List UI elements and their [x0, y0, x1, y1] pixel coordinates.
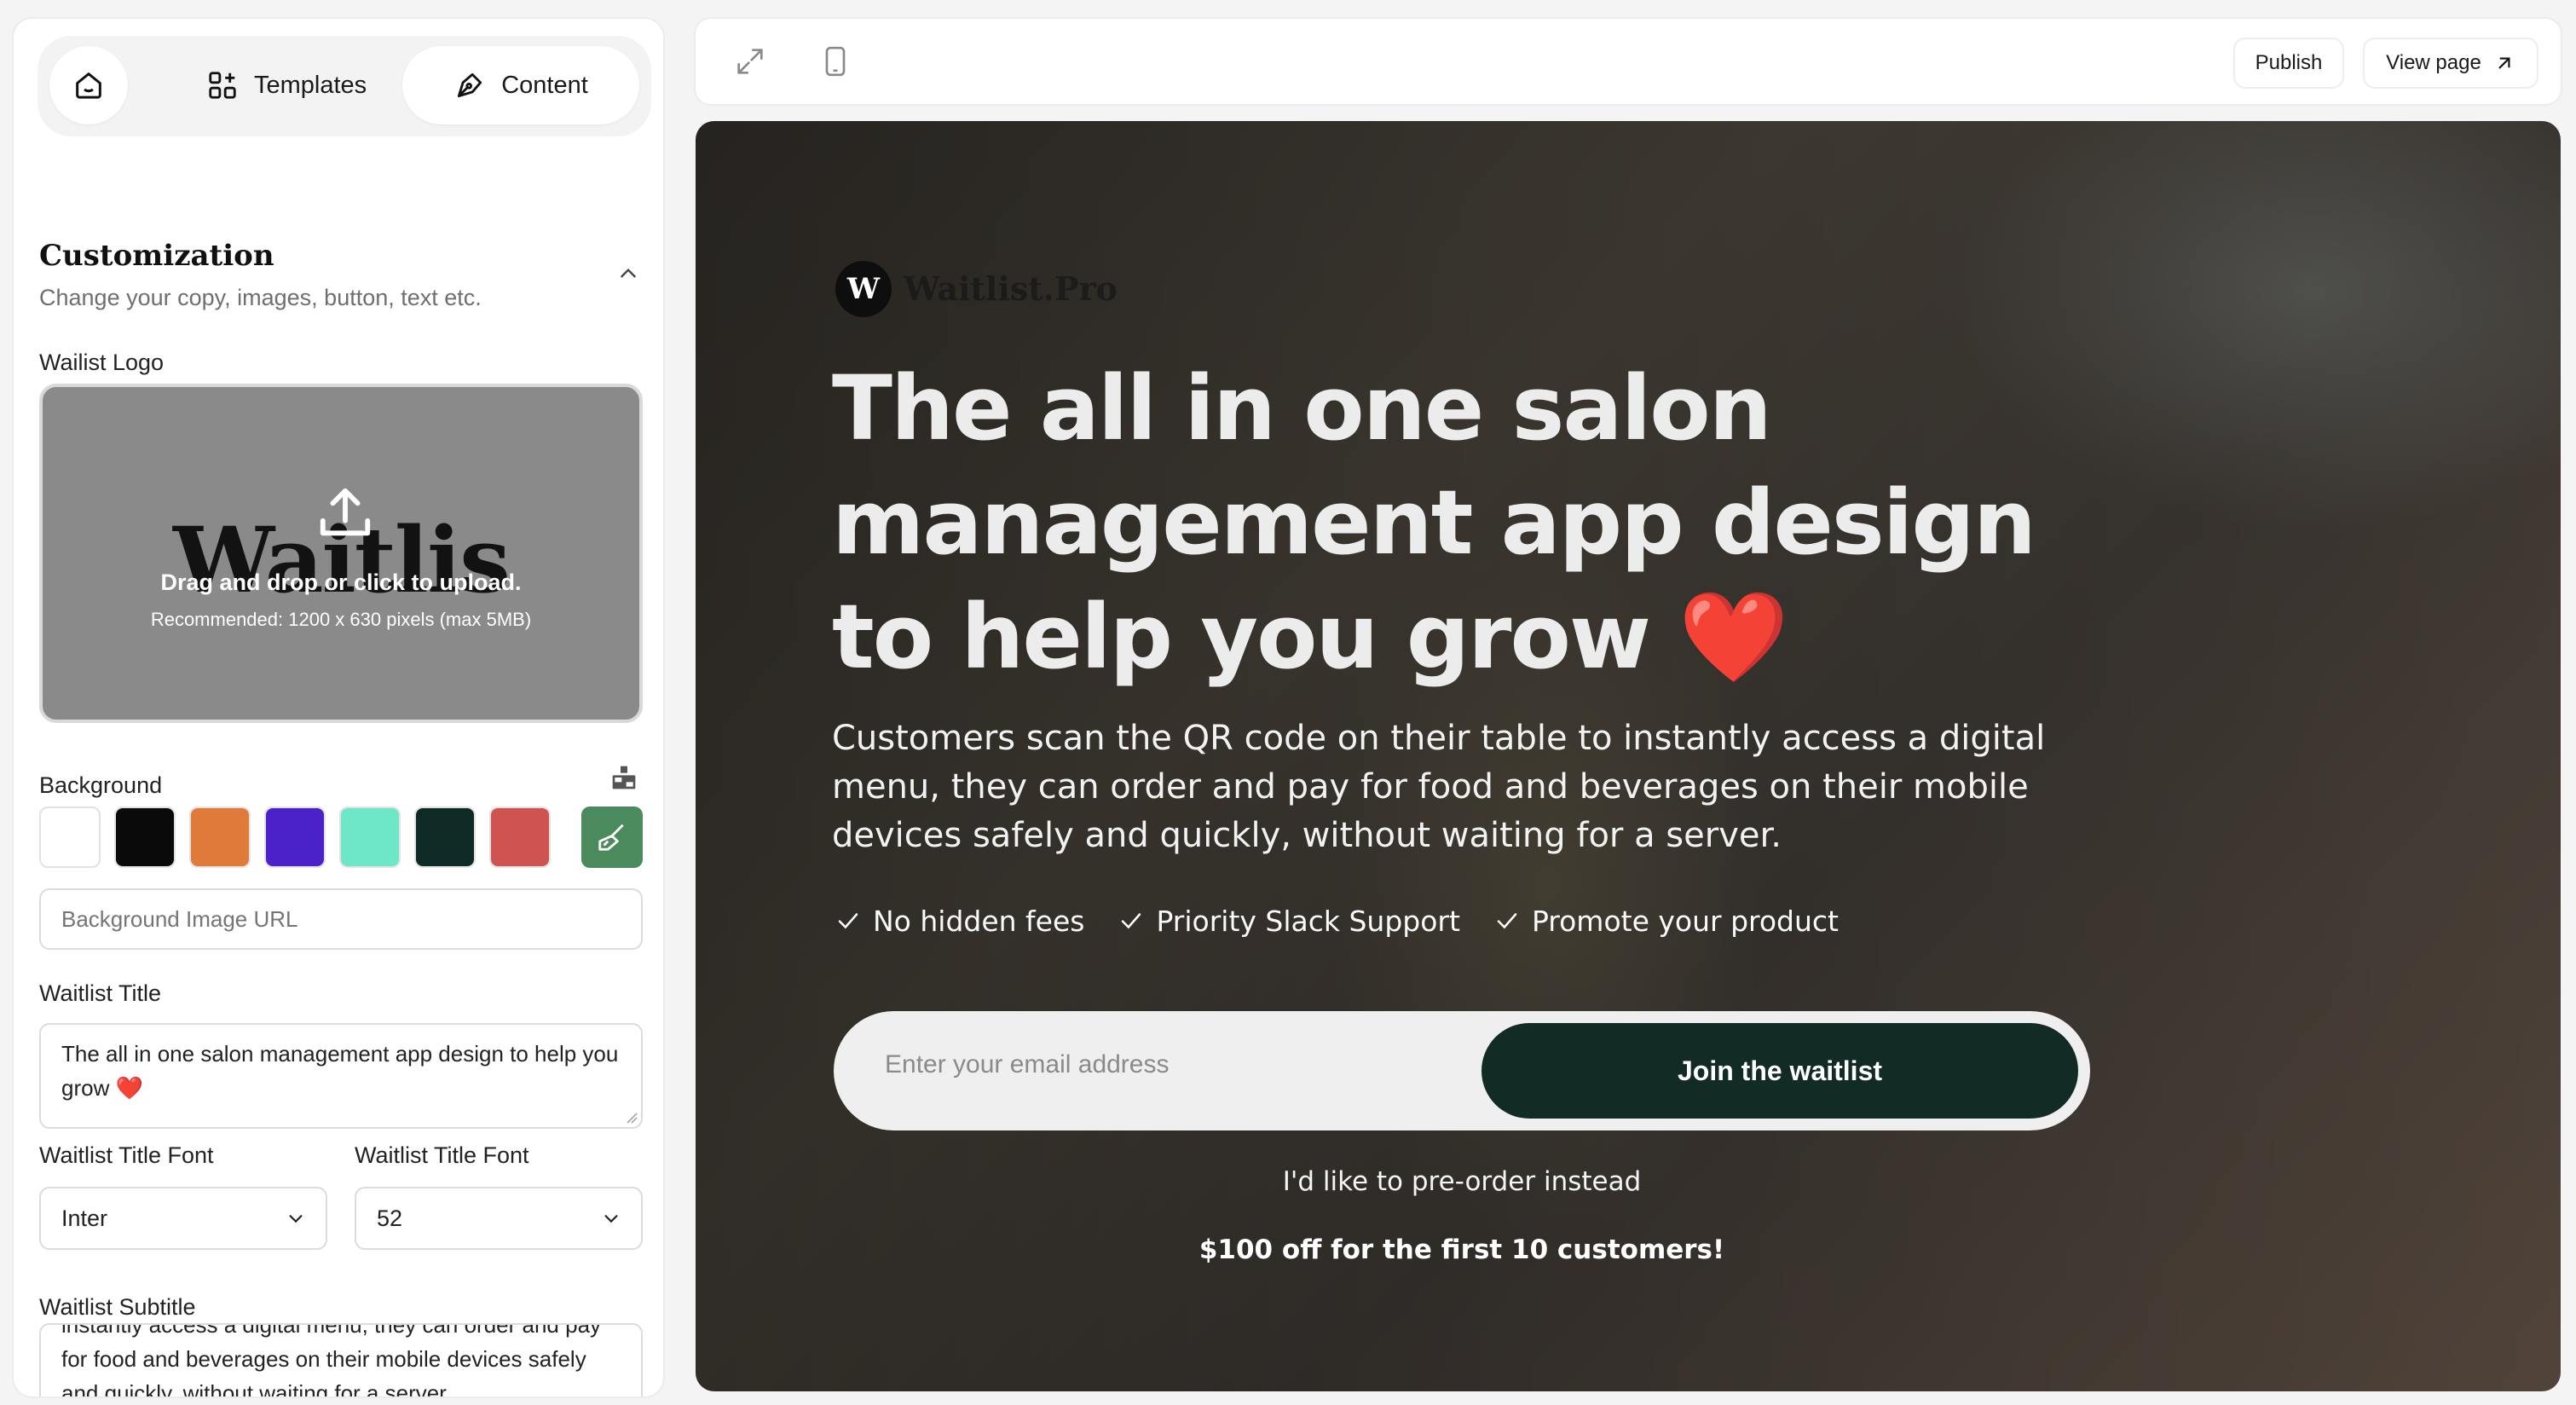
swatch-black[interactable] [114, 807, 176, 868]
swatch-red[interactable] [489, 807, 551, 868]
pen-tool-icon [458, 72, 482, 98]
swatch-purple[interactable] [264, 807, 326, 868]
editor-sidebar: Templates Content Customization Change y… [12, 17, 665, 1398]
resize-grip-icon[interactable] [624, 1110, 638, 1124]
title-font-select[interactable]: Inter [39, 1187, 327, 1250]
swatch-mint[interactable] [339, 807, 401, 868]
image-placeholder-icon[interactable] [610, 764, 638, 791]
title-size-select[interactable]: 52 [355, 1187, 643, 1250]
join-waitlist-button[interactable]: Join the waitlist [1481, 1023, 2078, 1119]
tab-templates[interactable]: Templates [182, 46, 390, 124]
check-icon [1497, 913, 1517, 929]
chevron-up-icon[interactable] [617, 263, 639, 285]
feature-list: No hidden fees Priority Slack Support Pr… [835, 895, 1839, 946]
logo-field-label: Wailist Logo [39, 350, 165, 375]
upload-instruction: Drag and drop or click to upload. [160, 570, 522, 595]
title-size-label: Waitlist Title Font [355, 1142, 529, 1168]
publish-label: Publish [2255, 51, 2323, 74]
feature-item: No hidden fees [835, 905, 1084, 938]
preorder-link[interactable]: I'd like to pre-order instead [834, 1166, 2090, 1197]
home-button[interactable] [49, 46, 128, 124]
brand-name: Waitlist.Pro [904, 269, 1118, 308]
waitlist-title-textarea[interactable]: The all in one salon management app desi… [39, 1023, 643, 1129]
view-page-button[interactable]: View page [2363, 38, 2538, 89]
hero-title: The all in one salon management app desi… [832, 351, 2042, 694]
mobile-device-icon[interactable] [818, 44, 852, 78]
custom-color-picker[interactable] [581, 807, 643, 868]
email-input[interactable]: Enter your email address [885, 1050, 1170, 1079]
customization-title: Customization [39, 239, 274, 273]
check-icon [1122, 913, 1141, 929]
arrow-up-right-icon [2498, 57, 2510, 69]
waitlist-subtitle-textarea[interactable]: instantly access a digital menu, they ca… [39, 1323, 643, 1398]
tab-templates-label: Templates [254, 71, 367, 99]
waitlist-subtitle-value: instantly access a digital menu, they ca… [61, 1323, 602, 1398]
brand-logo-badge: W [835, 261, 892, 317]
title-font-value: Inter [61, 1205, 108, 1231]
logo-upload-dropzone[interactable]: Waitlis Drag and drop or click to upload… [39, 384, 643, 723]
heart-emoji: ❤️ [1678, 585, 1788, 689]
title-size-value: 52 [377, 1205, 403, 1231]
feature-item: Priority Slack Support [1118, 904, 1460, 938]
title-font-label: Waitlist Title Font [39, 1142, 214, 1168]
feature-label: Priority Slack Support [1156, 904, 1460, 938]
promo-text: $100 off for the first 10 customers! [1198, 1234, 1725, 1265]
tab-content[interactable]: Content [402, 46, 639, 124]
hero-subtitle: Customers scan the QR code on their tabl… [832, 719, 2046, 855]
email-signup-form: Enter your email address Join the waitli… [834, 1011, 2090, 1130]
background-image-url-input[interactable] [39, 888, 643, 950]
feature-item: Promote your product [1494, 905, 1839, 938]
waitlist-preview: W Waitlist.Pro The all in one salon mana… [696, 121, 2561, 1391]
feature-label: Promote your product [1531, 904, 1839, 938]
feature-label: No hidden fees [873, 904, 1085, 938]
publish-button[interactable]: Publish [2233, 38, 2344, 89]
view-page-label: View page [2386, 51, 2481, 74]
swatch-dark-green[interactable] [414, 807, 476, 868]
check-icon [838, 913, 858, 929]
title-field-label: Waitlist Title [39, 980, 162, 1006]
upload-recommendation: Recommended: 1200 x 630 pixels (max 5MB) [150, 609, 532, 630]
paint-brush-icon [598, 824, 624, 851]
preview-toolbar: Publish View page [694, 17, 2562, 106]
expand-icon[interactable] [733, 44, 767, 78]
subtitle-field-label: Waitlist Subtitle [39, 1294, 196, 1320]
hero-title-text: The all in one salon management app desi… [832, 356, 2036, 689]
editor-nav: Templates Content [38, 36, 651, 136]
background-field-label: Background [39, 772, 163, 798]
customization-subtitle: Change your copy, images, button, text e… [39, 285, 482, 310]
templates-icon [209, 72, 236, 99]
waitlist-title-value: The all in one salon management app desi… [61, 1041, 619, 1101]
chevron-down-icon [289, 1215, 303, 1223]
swatch-white[interactable] [39, 807, 101, 868]
chevron-down-icon [604, 1215, 618, 1223]
swatch-orange[interactable] [189, 807, 251, 868]
tab-content-label: Content [501, 71, 588, 99]
upload-icon [320, 488, 371, 536]
home-icon [76, 72, 101, 99]
